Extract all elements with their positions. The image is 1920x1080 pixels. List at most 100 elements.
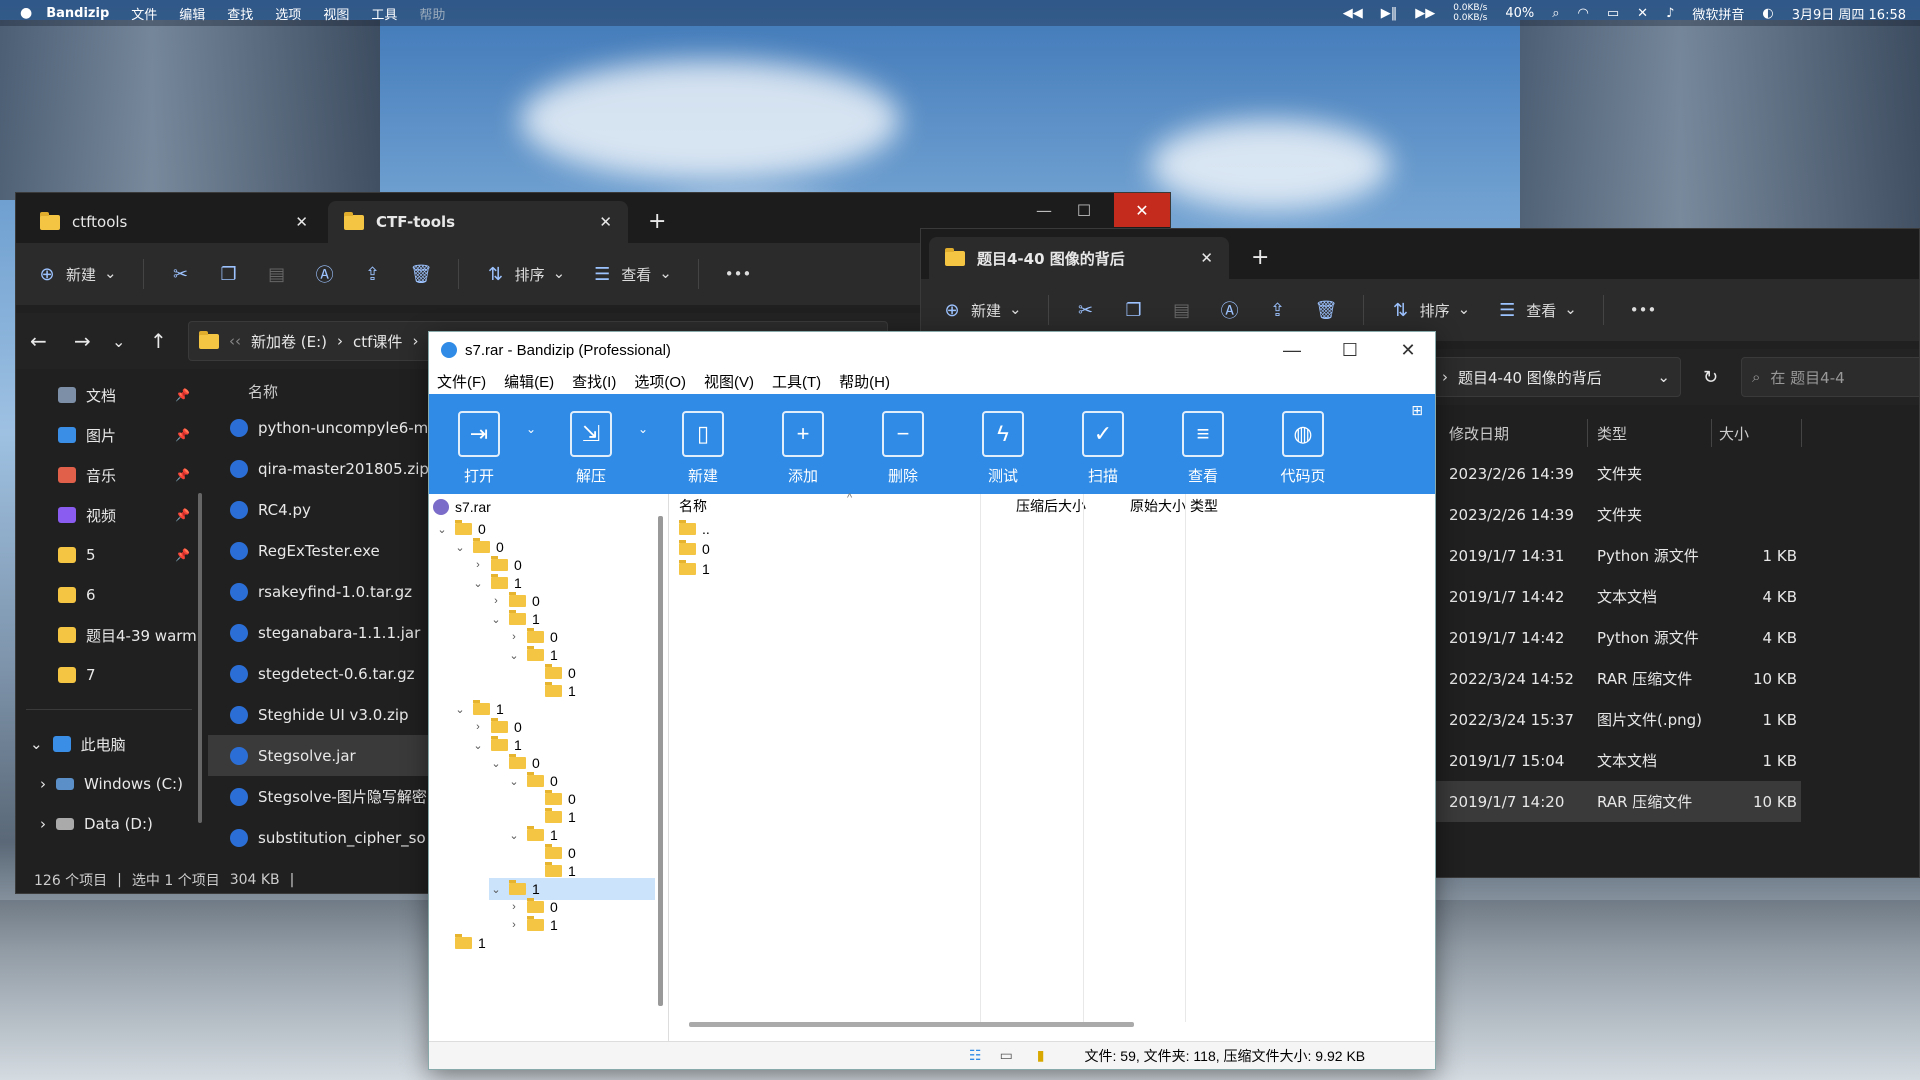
archive-entry[interactable]: .. bbox=[679, 518, 710, 540]
close-tab-icon[interactable]: ✕ bbox=[1200, 249, 1213, 267]
share-icon[interactable]: ⇪ bbox=[1267, 300, 1289, 321]
tree-node[interactable]: 1 bbox=[525, 680, 576, 702]
more-options-icon[interactable]: ••• bbox=[725, 265, 752, 283]
ribbon-codepage-button[interactable]: ◍ 代码页 bbox=[1253, 394, 1353, 494]
chevron-down-icon[interactable]: ⌄ bbox=[507, 829, 521, 842]
detail-row[interactable]: 2023/2/26 14:39 文件夹 bbox=[1431, 494, 1801, 535]
detail-row[interactable]: 2022/3/24 15:37 图片文件(.png) 1 KB bbox=[1431, 699, 1801, 740]
breadcrumb-item[interactable]: 题目4-40 图像的背后 bbox=[1458, 367, 1647, 388]
nav-item[interactable]: 视频 📌 bbox=[16, 495, 202, 535]
breadcrumb[interactable]: › 题目4-40 图像的背后 ⌄ bbox=[1431, 357, 1681, 397]
chevron-right-icon[interactable]: › bbox=[507, 901, 521, 913]
ribbon-extract-button[interactable]: ⇲ 解压 bbox=[541, 394, 641, 494]
info-panel-icon[interactable]: ▮ bbox=[1037, 1047, 1045, 1064]
cut-icon[interactable]: ✂ bbox=[170, 264, 192, 285]
column-header-name[interactable]: 名称 bbox=[208, 375, 448, 407]
input-method[interactable]: 微软拼音 bbox=[1692, 4, 1744, 23]
ribbon-view-button[interactable]: ≡ 查看 bbox=[1153, 394, 1253, 494]
file-row[interactable]: Steghide UI v3.0.zip bbox=[208, 694, 448, 735]
notification-icon[interactable]: ♪ bbox=[1666, 6, 1674, 21]
ribbon-delete-button[interactable]: − 删除 bbox=[853, 394, 953, 494]
detail-row[interactable]: 2019/1/7 14:42 Python 源文件 4 KB bbox=[1431, 617, 1801, 658]
menubar-item[interactable]: 编辑 bbox=[179, 4, 205, 23]
battery-level[interactable]: 40% bbox=[1505, 6, 1534, 21]
column-header-type[interactable]: 类型 bbox=[1190, 494, 1218, 518]
file-row[interactable]: Stegsolve.jar bbox=[208, 735, 448, 776]
close-button[interactable]: ✕ bbox=[1379, 332, 1437, 368]
chevron-down-icon[interactable]: ⌄ bbox=[471, 739, 485, 752]
wifi-icon[interactable]: ◠ bbox=[1578, 6, 1589, 21]
breadcrumb-item[interactable]: 新加卷 (E:) bbox=[251, 331, 327, 352]
chevron-down-icon[interactable]: ⌄ bbox=[637, 394, 649, 494]
control-center-icon[interactable]: ◐ bbox=[1762, 6, 1773, 21]
forward-icon[interactable]: → bbox=[74, 329, 91, 353]
chevron-down-icon[interactable]: ⌄ bbox=[1657, 368, 1670, 386]
menu-item[interactable]: 帮助(H) bbox=[839, 371, 890, 392]
column-header-name[interactable]: 名称 bbox=[679, 494, 707, 518]
tab-4-40[interactable]: 题目4-40 图像的背后 ✕ bbox=[929, 237, 1229, 279]
tree-scrollbar[interactable] bbox=[658, 516, 663, 1006]
new-tab-button[interactable]: + bbox=[648, 209, 666, 234]
detail-row[interactable]: 2022/3/24 14:52 RAR 压缩文件 10 KB bbox=[1431, 658, 1801, 699]
chevron-down-icon[interactable]: ⌄ bbox=[453, 541, 467, 554]
search-icon[interactable]: ⌕ bbox=[1552, 6, 1559, 21]
chevron-down-icon[interactable]: ⌄ bbox=[507, 775, 521, 788]
view-button[interactable]: ☰ 查看 ⌄ bbox=[1496, 300, 1577, 321]
column-header-compressed-size[interactable]: 压缩后大小 bbox=[1016, 494, 1086, 518]
menubar-item[interactable]: 查找 bbox=[227, 4, 253, 23]
file-row[interactable]: python-uncompyle6-m bbox=[208, 407, 448, 448]
clock[interactable]: 3月9日 周四 16:58 bbox=[1792, 4, 1906, 23]
minimize-button[interactable]: — bbox=[1263, 332, 1321, 368]
ribbon-test-button[interactable]: ϟ 测试 bbox=[953, 394, 1053, 494]
ribbon-add-button[interactable]: + 添加 bbox=[753, 394, 853, 494]
rename-icon[interactable]: Ⓐ bbox=[314, 261, 336, 287]
menubar-item[interactable]: 视图 bbox=[323, 4, 349, 23]
nav-item[interactable]: 图片 📌 bbox=[16, 415, 202, 455]
paste-icon[interactable]: ▤ bbox=[266, 264, 288, 285]
up-icon[interactable]: ↑ bbox=[150, 329, 167, 353]
details-view-icon[interactable]: ☷ bbox=[969, 1047, 982, 1064]
menu-item[interactable]: 视图(V) bbox=[704, 371, 754, 392]
nav-item[interactable]: 6 bbox=[16, 575, 202, 615]
detail-row[interactable]: 2019/1/7 15:04 文本文档 1 KB bbox=[1431, 740, 1801, 781]
paste-icon[interactable]: ▤ bbox=[1171, 300, 1193, 321]
menu-item[interactable]: 编辑(E) bbox=[504, 371, 554, 392]
tab-ctf-tools[interactable]: CTF-tools ✕ bbox=[328, 201, 628, 243]
chevron-down-icon[interactable]: ⌄ bbox=[489, 757, 503, 770]
chevron-down-icon[interactable]: ⌄ bbox=[435, 523, 449, 536]
nav-item[interactable]: 文档 📌 bbox=[16, 375, 202, 415]
chevron-down-icon[interactable]: ⌄ bbox=[489, 613, 503, 626]
file-row[interactable]: RegExTester.exe bbox=[208, 530, 448, 571]
menu-item[interactable]: 查找(I) bbox=[572, 371, 616, 392]
chevron-right-icon[interactable]: › bbox=[507, 919, 521, 931]
file-row[interactable]: RC4.py bbox=[208, 489, 448, 530]
refresh-icon[interactable]: ↻ bbox=[1703, 367, 1718, 388]
nav-item[interactable]: 题目4-39 warm bbox=[16, 615, 202, 655]
chevron-down-icon[interactable]: ⌄ bbox=[471, 577, 485, 590]
chevron-down-icon[interactable]: ⌄ bbox=[453, 703, 467, 716]
file-row[interactable]: qira-master201805.zip bbox=[208, 448, 448, 489]
sort-button[interactable]: ⇅ 排序 ⌄ bbox=[485, 264, 565, 285]
menu-item[interactable]: 文件(F) bbox=[437, 371, 486, 392]
column-header-size[interactable]: 大小 bbox=[1719, 423, 1749, 444]
menubar-app-name[interactable]: Bandizip bbox=[46, 6, 109, 21]
nav-this-pc[interactable]: ⌄ 此电脑 bbox=[16, 724, 202, 764]
menubar-item[interactable]: 帮助 bbox=[419, 4, 445, 23]
horizontal-scrollbar[interactable] bbox=[689, 1022, 1134, 1027]
copy-icon[interactable]: ❐ bbox=[1123, 300, 1145, 321]
media-play-pause-icon[interactable]: ▶‖ bbox=[1381, 6, 1398, 21]
tree-root[interactable]: s7.rar bbox=[433, 496, 491, 518]
file-row[interactable]: Stegsolve-图片隐写解密 bbox=[208, 776, 448, 817]
detail-row[interactable]: 2019/1/7 14:31 Python 源文件 1 KB bbox=[1431, 535, 1801, 576]
ribbon-new-button[interactable]: ▯ 新建 bbox=[653, 394, 753, 494]
chevron-down-icon[interactable]: ⌄ bbox=[489, 883, 503, 896]
ribbon-layout-icon[interactable]: ⊞ bbox=[1411, 402, 1423, 419]
delete-icon[interactable]: 🗑 bbox=[1315, 300, 1338, 321]
media-rewind-icon[interactable]: ◀◀ bbox=[1343, 6, 1363, 21]
mute-icon[interactable]: ✕ bbox=[1637, 6, 1648, 21]
column-header-original-size[interactable]: 原始大小 bbox=[1130, 494, 1186, 518]
menubar-item[interactable]: 文件 bbox=[131, 4, 157, 23]
chevron-right-icon[interactable]: › bbox=[471, 559, 485, 571]
nav-drive-d[interactable]: › Data (D:) bbox=[16, 804, 202, 844]
new-button[interactable]: ⊕ 新建 ⌄ bbox=[36, 264, 116, 285]
